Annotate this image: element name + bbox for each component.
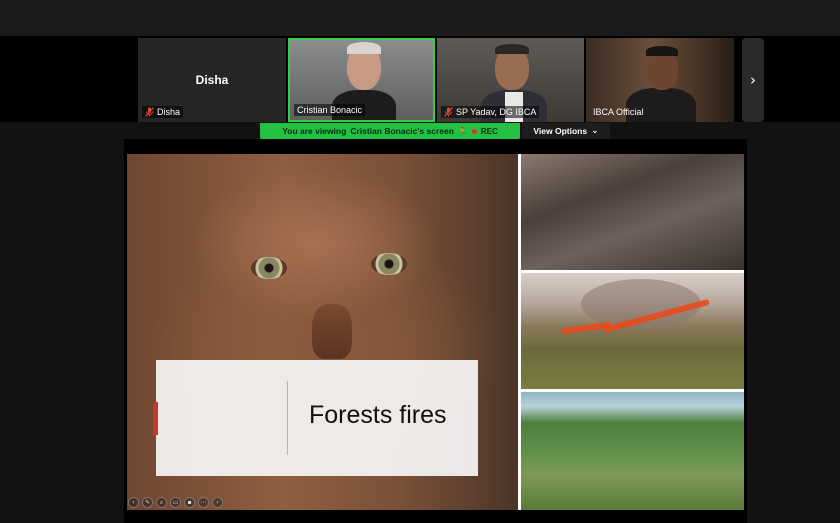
mic-muted-icon bbox=[145, 107, 154, 117]
participant-name-label: Cristian Bonacic bbox=[294, 104, 366, 116]
green-valley-photo bbox=[521, 392, 744, 510]
captions-icon[interactable]: ▭ bbox=[170, 497, 181, 508]
participant-name-text: Cristian Bonacic bbox=[297, 105, 363, 115]
share-banner-name: Cristian Bonacic's screen bbox=[350, 126, 454, 136]
window-top-bar bbox=[0, 0, 840, 36]
title-divider bbox=[287, 381, 288, 455]
slide-controls: ‹ ✎ ⌕ ▭ ▪ ⋯ › bbox=[128, 497, 223, 508]
burnt-hills-photo bbox=[521, 154, 744, 270]
screen-share-banner: You are viewing Cristian Bonacic's scree… bbox=[260, 123, 520, 139]
participant-tile-ibca-official[interactable]: IBCA Official bbox=[586, 38, 734, 122]
zoom-icon[interactable]: ⌕ bbox=[156, 497, 167, 508]
prev-slide-icon[interactable]: ‹ bbox=[128, 497, 139, 508]
view-options-button[interactable]: View Options ⌄ bbox=[522, 123, 610, 139]
slide-title: Forests fires bbox=[309, 401, 447, 429]
participant-avatar-name: Disha bbox=[195, 73, 229, 87]
chevron-down-icon: ⌄ bbox=[591, 126, 599, 136]
participant-name-text: Disha bbox=[157, 107, 181, 117]
title-accent-bar bbox=[153, 402, 158, 435]
cougar-eye bbox=[251, 257, 287, 279]
pen-icon[interactable]: ✎ bbox=[142, 497, 153, 508]
cougar-eye bbox=[371, 253, 407, 275]
camera-icon[interactable]: ▪ bbox=[184, 497, 195, 508]
presentation-slide bbox=[127, 154, 744, 510]
next-participants-button[interactable]: › bbox=[742, 38, 764, 122]
view-options-label: View Options bbox=[533, 126, 588, 136]
participant-name-label: Disha bbox=[142, 106, 184, 118]
chevron-right-icon: › bbox=[750, 71, 756, 89]
participant-tile-sp-yadav[interactable]: SP Yadav, DG IBCA bbox=[437, 38, 584, 122]
participant-name-text: IBCA Official bbox=[593, 107, 644, 117]
participant-name-label: SP Yadav, DG IBCA bbox=[441, 106, 540, 118]
mic-muted-icon bbox=[444, 107, 453, 117]
more-options-icon[interactable]: ⋯ bbox=[198, 497, 209, 508]
participant-tile-cristian[interactable]: Cristian Bonacic bbox=[288, 38, 435, 122]
next-slide-icon[interactable]: › bbox=[212, 497, 223, 508]
participant-name-text: SP Yadav, DG IBCA bbox=[456, 107, 537, 117]
record-dot-icon bbox=[471, 128, 477, 134]
share-banner-prefix: You are viewing bbox=[282, 126, 347, 136]
participant-name-label: IBCA Official bbox=[590, 106, 646, 118]
recording-running-icon: 🏃 bbox=[457, 126, 468, 136]
rec-label: REC bbox=[480, 126, 498, 136]
wildfire-photo bbox=[521, 273, 744, 389]
participant-tile-disha[interactable]: Disha Disha bbox=[138, 38, 286, 122]
